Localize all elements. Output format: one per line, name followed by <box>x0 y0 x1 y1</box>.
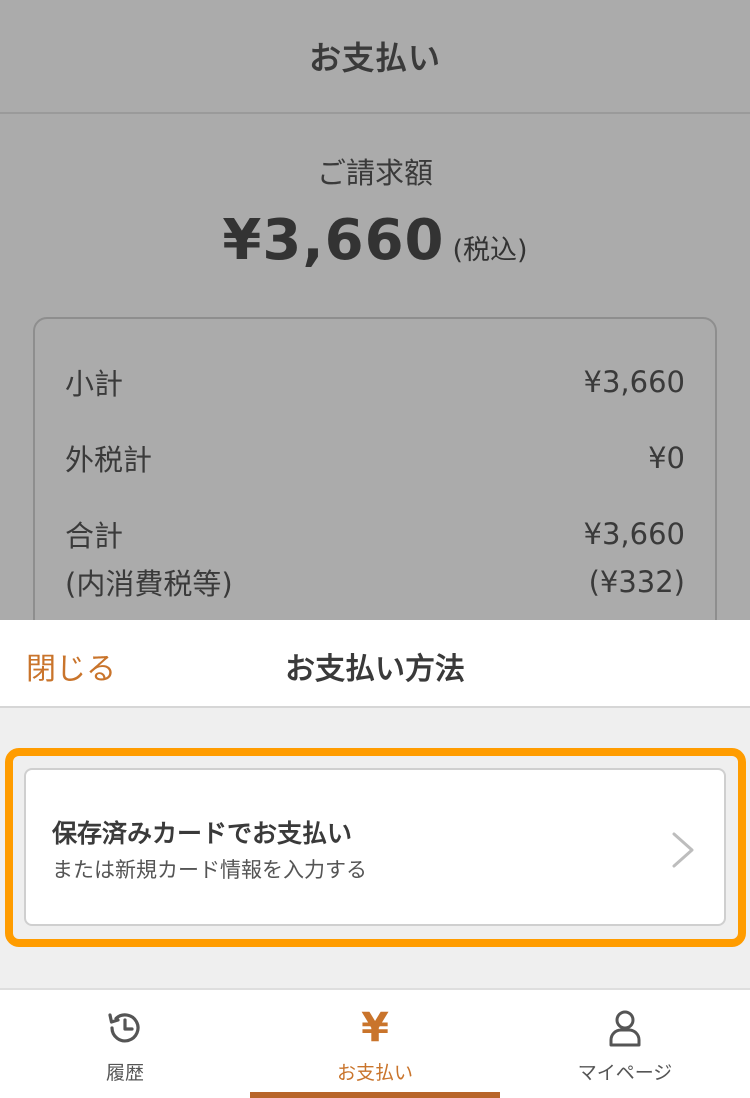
active-tab-indicator <box>250 1092 500 1098</box>
external-tax-label: 外税計 <box>65 443 153 477</box>
tab-history-label: 履歴 <box>105 1062 144 1084</box>
subtotal-value: ¥3,660 <box>583 365 685 399</box>
internal-tax-label: (内消費税等) <box>65 567 233 601</box>
summary-row-external-tax: 外税計 ¥0 <box>65 437 685 479</box>
background-header: お支払い <box>0 0 750 114</box>
yen-icon-glyph: ¥ <box>361 1005 389 1051</box>
person-icon <box>603 1006 647 1050</box>
bill-label: ご請求額 <box>316 156 433 190</box>
total-label: 合計 <box>65 519 124 553</box>
bill-tax-note: (税込) <box>452 235 528 266</box>
saved-card-payment-option[interactable]: 保存済みカードでお支払い または新規カード情報を入力する <box>24 768 726 926</box>
tab-mypage-label: マイページ <box>577 1062 673 1084</box>
chevron-right-icon <box>672 832 694 868</box>
payment-screen: お支払い ご請求額 ¥3,660 (税込) 小計 ¥3,660 外税計 ¥0 合… <box>0 0 750 1098</box>
sheet-header: 閉じる お支払い方法 <box>0 620 750 708</box>
history-icon <box>103 1006 147 1050</box>
subtotal-label: 小計 <box>65 367 124 401</box>
tab-payment[interactable]: ¥ お支払い <box>250 990 500 1098</box>
background-header-title: お支払い <box>308 39 441 77</box>
summary-box: 小計 ¥3,660 外税計 ¥0 合計 ¥3,660 (内消費税等) (¥332… <box>33 317 717 657</box>
summary-row-total: 合計 ¥3,660 <box>65 513 685 555</box>
tab-history[interactable]: 履歴 <box>0 990 250 1098</box>
bill-amount-row: ¥3,660 (税込) <box>0 208 750 273</box>
external-tax-value: ¥0 <box>648 441 685 475</box>
sheet-title: お支払い方法 <box>285 652 465 687</box>
summary-row-subtotal: 小計 ¥3,660 <box>65 361 685 403</box>
internal-tax-value: (¥332) <box>588 565 685 599</box>
payment-option-subtitle: または新規カード情報を入力する <box>52 858 367 882</box>
total-value: ¥3,660 <box>583 517 685 551</box>
bill-amount: ¥3,660 <box>222 208 445 273</box>
tab-mypage[interactable]: マイページ <box>500 990 750 1098</box>
yen-icon: ¥ <box>353 1006 397 1050</box>
payment-option-title: 保存済みカードでお支払い <box>52 819 353 848</box>
tab-payment-label: お支払い <box>336 1062 413 1084</box>
tab-bar: 履歴 ¥ お支払い マイページ <box>0 988 750 1098</box>
summary-row-internal-tax: (内消費税等) (¥332) <box>65 561 685 603</box>
